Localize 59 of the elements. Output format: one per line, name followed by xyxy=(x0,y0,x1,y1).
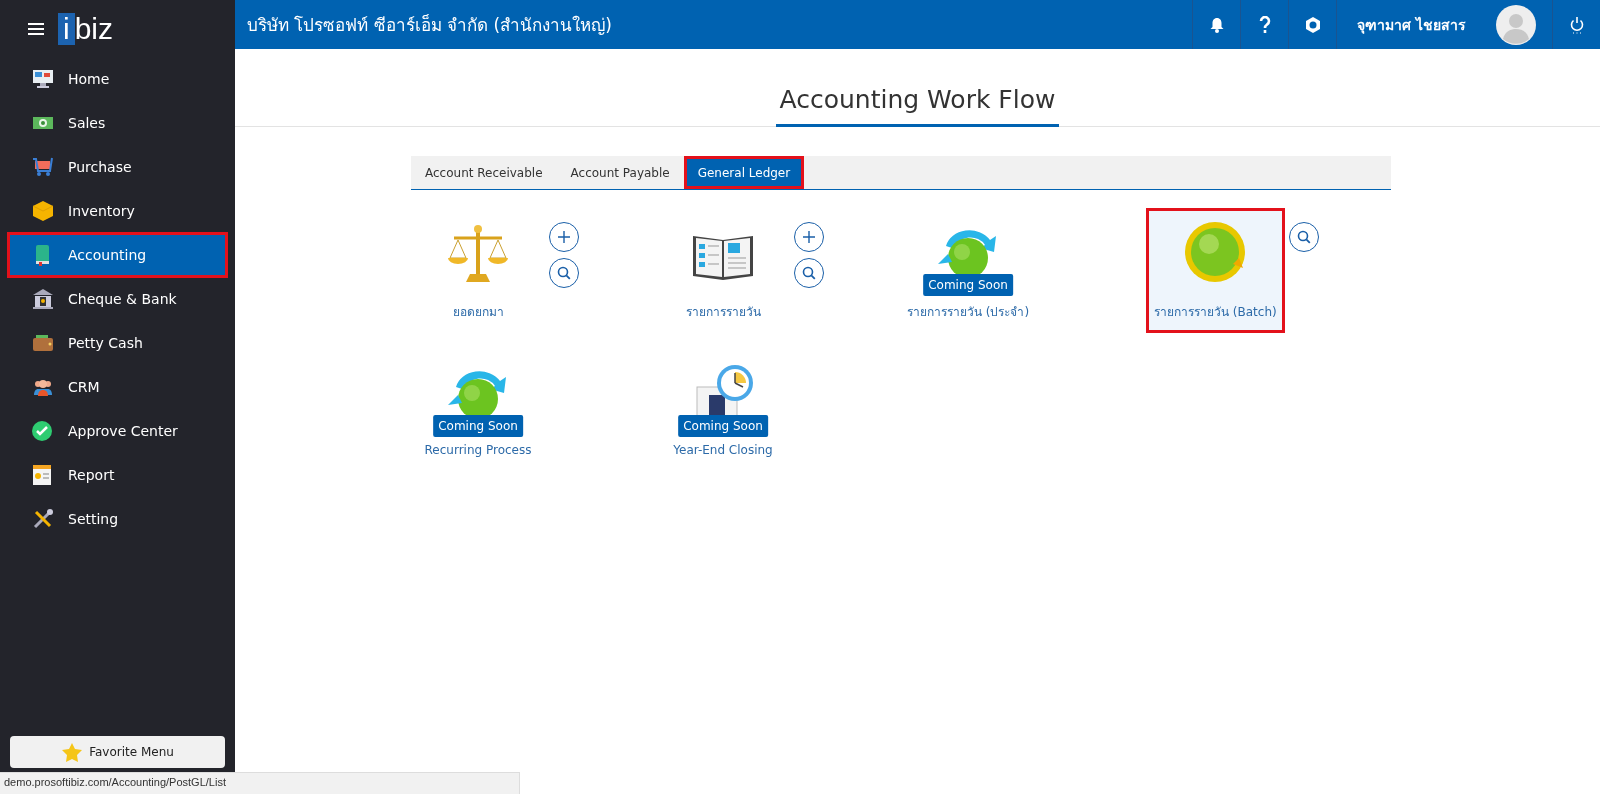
tools-icon xyxy=(32,508,54,530)
cart-icon xyxy=(32,157,54,177)
report-icon xyxy=(32,464,52,486)
favorite-menu-button[interactable]: Favorite Menu xyxy=(10,736,225,768)
company-name: บริษัท โปรซอฟท์ ซีอาร์เอ็ม จำกัด (สำนักงานใหญ่) xyxy=(247,13,612,37)
sidebar-item[interactable]: Purchase xyxy=(8,145,227,189)
people-icon xyxy=(32,377,54,397)
avatar-icon[interactable] xyxy=(1496,4,1536,45)
monitor-icon xyxy=(32,69,54,89)
workflow-item[interactable]: Coming Soon Year-End Closing xyxy=(656,351,790,465)
question-mark-icon xyxy=(1258,15,1271,34)
sidebar-item[interactable]: Cheque & Bank xyxy=(8,277,227,321)
coin-icon xyxy=(1183,220,1248,284)
scales-icon xyxy=(446,224,510,284)
search-icon xyxy=(1296,230,1311,244)
plus-icon xyxy=(557,230,571,244)
workflow-item[interactable]: Coming Soon Recurring Process xyxy=(411,351,545,465)
add-button[interactable] xyxy=(549,222,579,252)
wallet-icon xyxy=(32,334,54,352)
coming-soon-badge: Coming Soon xyxy=(923,274,1013,296)
logo-mark: i xyxy=(58,12,75,45)
sidebar-item[interactable]: Accounting xyxy=(8,233,227,277)
tab[interactable]: Account Receivable xyxy=(411,156,557,189)
sidebar-item[interactable]: Sales xyxy=(8,101,227,145)
search-button[interactable] xyxy=(794,258,824,288)
status-url: demo.prosoftibiz.com/Accounting/PostGL/List xyxy=(0,772,520,794)
logo-text: biz xyxy=(74,12,114,45)
page-title: Accounting Work Flow xyxy=(775,85,1060,127)
coming-soon-badge: Coming Soon xyxy=(678,415,768,437)
search-button[interactable] xyxy=(549,258,579,288)
workflow-item[interactable]: รายการรายวัน (Batch) xyxy=(1146,208,1285,333)
workflow-item[interactable]: รายการรายวัน xyxy=(656,210,790,329)
sidebar-item[interactable]: CRM xyxy=(8,365,227,409)
tab[interactable]: Account Payable xyxy=(556,156,684,189)
bell-icon xyxy=(1209,16,1224,33)
workflow-item[interactable]: Coming Soon รายการรายวัน (ประจำ) xyxy=(901,210,1035,329)
power-icon xyxy=(1569,15,1584,34)
sidebar-item[interactable]: Approve Center xyxy=(8,409,227,453)
sidebar-item[interactable]: Report xyxy=(8,453,227,497)
money-icon xyxy=(32,115,54,131)
search-button[interactable] xyxy=(1288,222,1319,252)
add-button[interactable] xyxy=(794,222,824,252)
plus-icon xyxy=(802,230,816,244)
check-circle-icon xyxy=(32,421,52,441)
settings-icon xyxy=(1303,15,1322,34)
sidebar-item[interactable]: Home xyxy=(8,57,227,101)
workflow-item[interactable]: ยอดยกมา xyxy=(411,210,545,329)
bank-icon xyxy=(32,288,54,310)
search-icon xyxy=(557,266,571,280)
box-icon xyxy=(32,200,54,222)
coming-soon-badge: Coming Soon xyxy=(433,415,523,437)
search-icon xyxy=(802,266,816,280)
sidebar-item[interactable]: Inventory xyxy=(8,189,227,233)
tab[interactable]: General Ledger xyxy=(683,156,805,189)
user-name[interactable]: จุฑามาศ ไชยสาร xyxy=(1357,13,1466,36)
sidebar-item[interactable]: Setting xyxy=(8,497,227,541)
menu-icon[interactable] xyxy=(28,21,44,36)
star-icon xyxy=(61,742,84,762)
sidebar-item[interactable]: Petty Cash xyxy=(8,321,227,365)
